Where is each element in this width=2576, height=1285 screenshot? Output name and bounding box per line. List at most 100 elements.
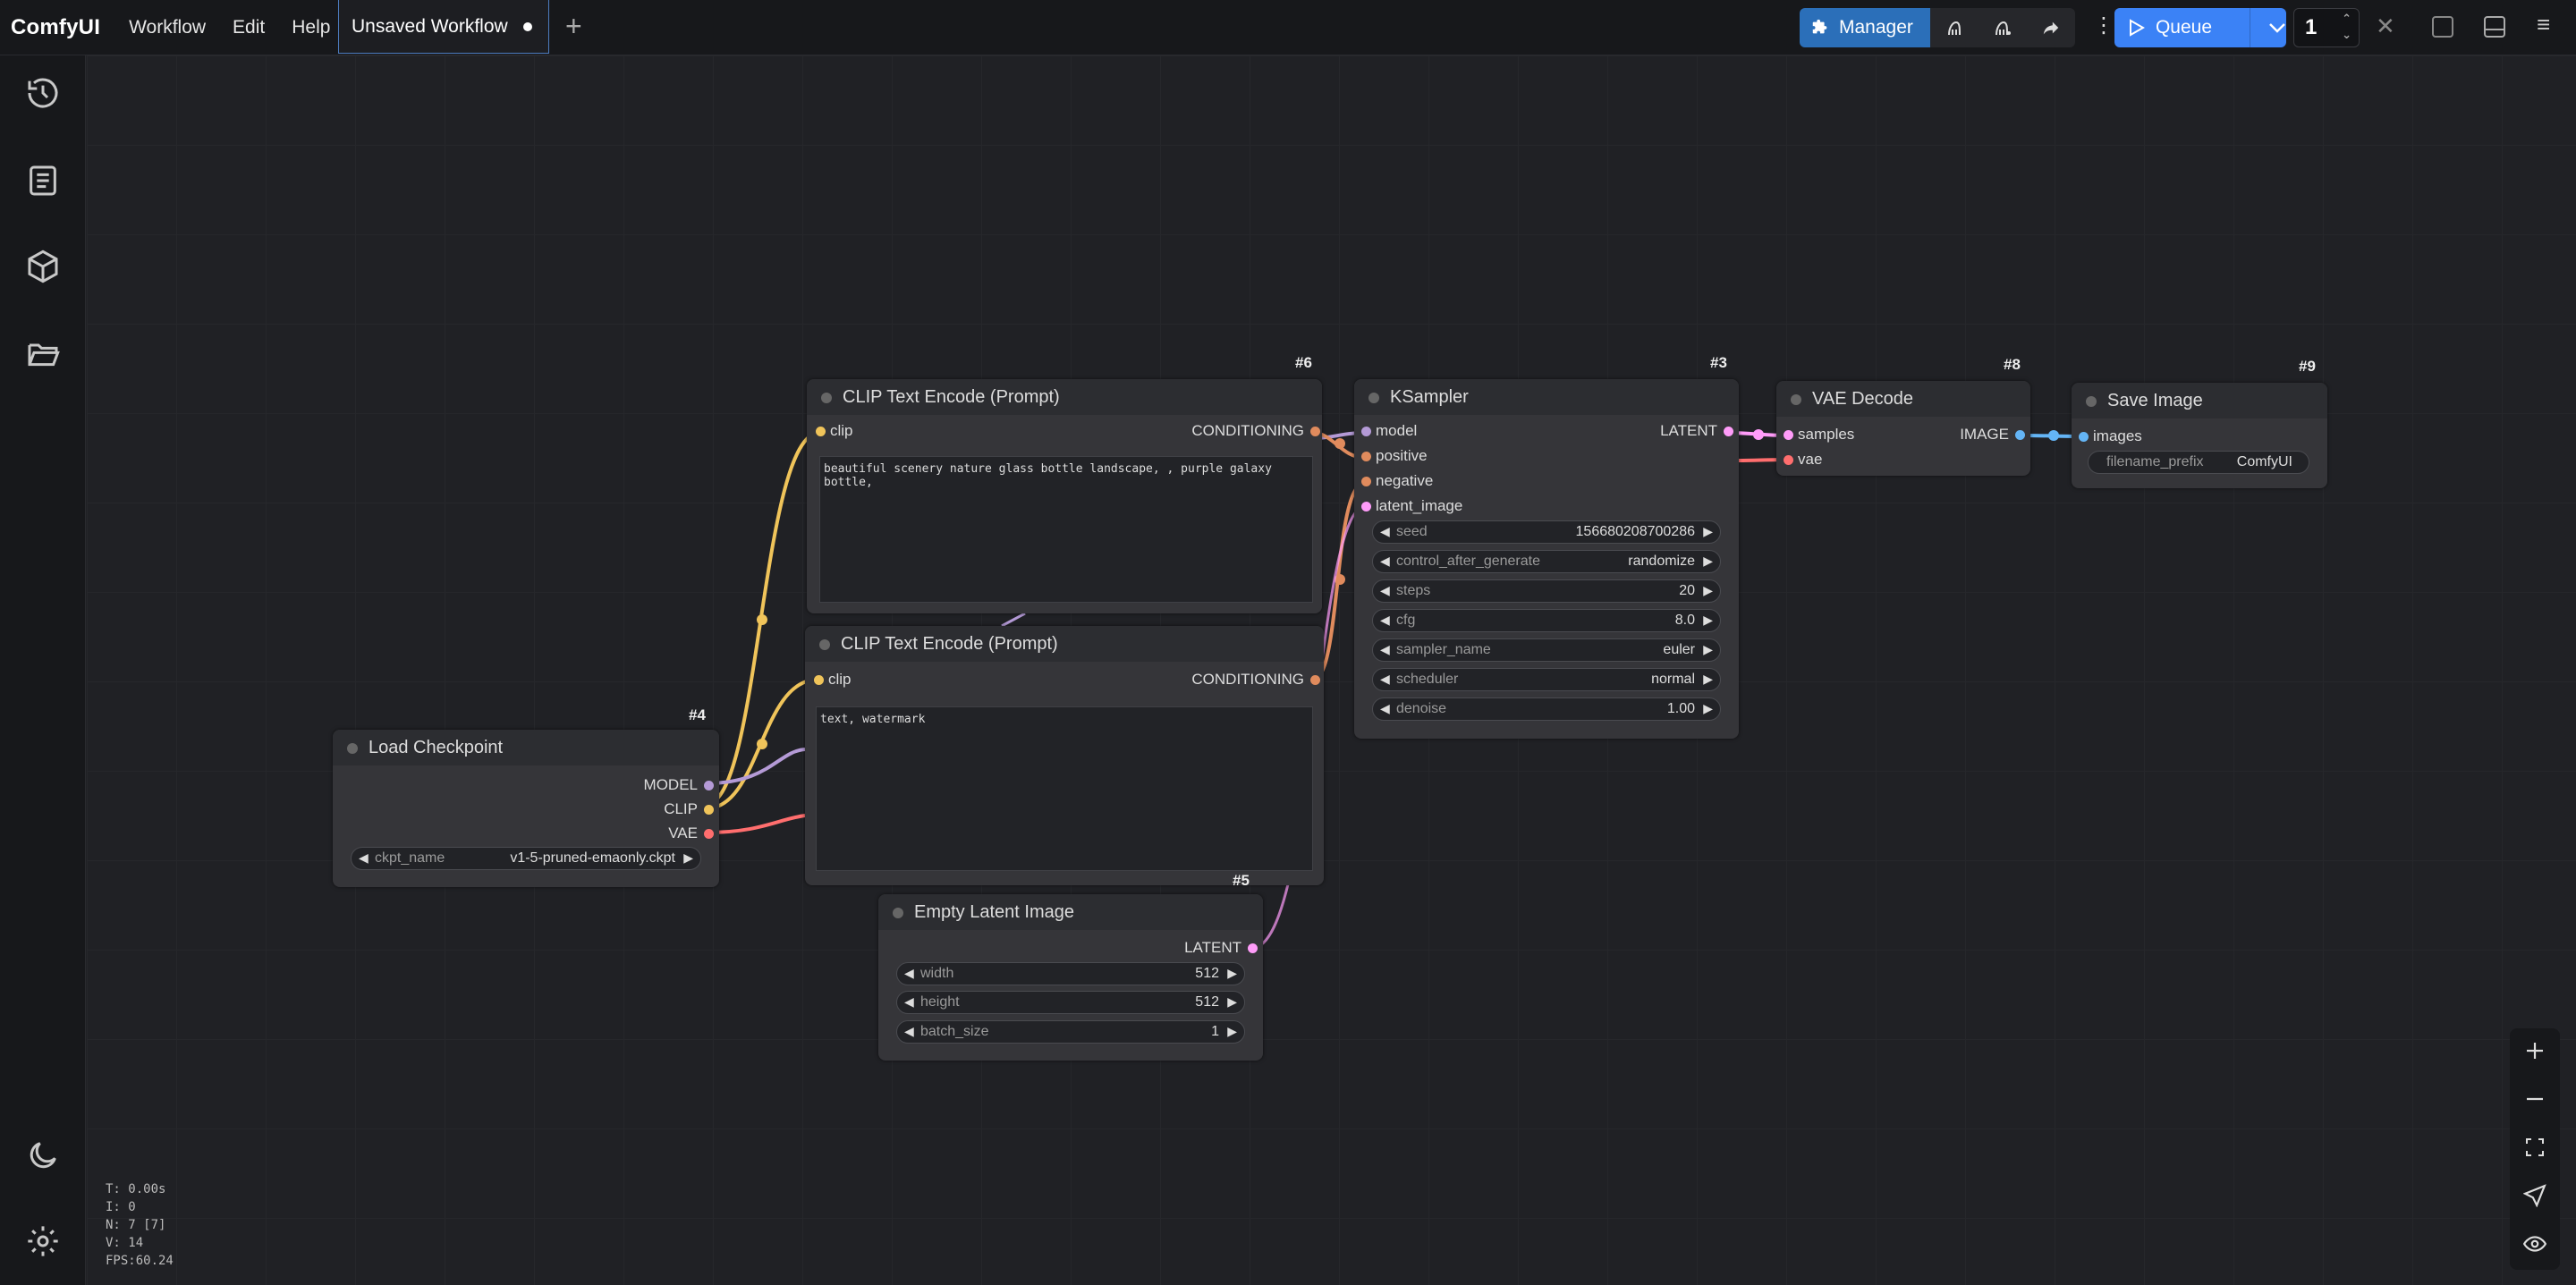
menu-workflow[interactable]: Workflow [129, 17, 206, 38]
collapse-dot-icon[interactable] [1368, 393, 1379, 403]
decrement-arrow-icon[interactable]: ◀ [1380, 701, 1390, 716]
slot-dot-icon[interactable] [1361, 427, 1371, 436]
widget-width[interactable]: ◀ width 512 ▶ [896, 962, 1245, 985]
widget-seed[interactable]: ◀ seed 156680208700286 ▶ [1372, 520, 1721, 544]
slot-dot-icon[interactable] [1784, 455, 1793, 465]
slot-dot-icon[interactable] [1361, 502, 1371, 511]
batch-count-input[interactable]: 1 ⌃ ⌄ [2293, 8, 2360, 47]
output-slot-latent[interactable]: LATENT [1660, 422, 1733, 440]
node-title[interactable]: VAE Decode [1776, 381, 2030, 417]
node-save-image[interactable]: Save Image images filename_prefix ComfyUI [2072, 383, 2327, 488]
tab-unsaved-workflow[interactable]: Unsaved Workflow [338, 0, 549, 54]
hamburger-menu-icon[interactable]: ≡ [2537, 11, 2550, 38]
fit-view-button[interactable] [2510, 1125, 2560, 1170]
slot-dot-icon[interactable] [704, 829, 714, 839]
collapse-dot-icon[interactable] [2086, 396, 2097, 407]
workflows-folder-icon[interactable] [25, 336, 61, 372]
decrement-arrow-icon[interactable]: ◀ [904, 994, 914, 1010]
slot-dot-icon[interactable] [704, 805, 714, 815]
slot-dot-icon[interactable] [816, 427, 826, 436]
slot-dot-icon[interactable] [704, 781, 714, 790]
slot-dot-icon[interactable] [2015, 430, 2025, 440]
input-slot-samples[interactable]: samples [1784, 426, 1854, 444]
widget-height[interactable]: ◀ height 512 ▶ [896, 991, 1245, 1014]
increment-arrow-icon[interactable]: ▶ [1703, 554, 1713, 569]
widget-sampler-name[interactable]: ◀ sampler_name euler ▶ [1372, 638, 1721, 662]
input-slot-model[interactable]: model [1361, 422, 1417, 440]
node-clip-text-encode-positive[interactable]: CLIP Text Encode (Prompt) clip CONDITION… [807, 379, 1322, 613]
output-slot-clip[interactable]: CLIP [664, 800, 714, 818]
input-slot-vae[interactable]: vae [1784, 451, 1822, 469]
node-title[interactable]: KSampler [1354, 379, 1739, 415]
input-slot-latent-image[interactable]: latent_image [1361, 497, 1462, 515]
widget-cfg[interactable]: ◀ cfg 8.0 ▶ [1372, 609, 1721, 632]
output-slot-conditioning[interactable]: CONDITIONING [1191, 422, 1320, 440]
node-title[interactable]: Load Checkpoint [333, 730, 719, 765]
slot-dot-icon[interactable] [814, 675, 824, 685]
widget-batch-size[interactable]: ◀ batch_size 1 ▶ [896, 1020, 1245, 1044]
decrement-arrow-icon[interactable]: ◀ [1380, 613, 1390, 628]
manager-button[interactable]: Manager [1800, 8, 1930, 47]
collapse-dot-icon[interactable] [347, 743, 358, 754]
window-icon[interactable] [2431, 15, 2454, 38]
output-slot-latent[interactable]: LATENT [1184, 939, 1258, 957]
increment-arrow-icon[interactable]: ▶ [1703, 524, 1713, 539]
add-tab-icon[interactable]: + [565, 12, 582, 40]
chevron-down-icon[interactable] [2268, 22, 2286, 33]
decrement-arrow-icon[interactable]: ◀ [904, 1024, 914, 1039]
collapse-dot-icon[interactable] [821, 393, 832, 403]
node-ksampler[interactable]: KSampler model positive negative latent_… [1354, 379, 1739, 739]
slot-dot-icon[interactable] [1248, 943, 1258, 953]
increment-arrow-icon[interactable]: ▶ [1227, 966, 1237, 981]
decrement-arrow-icon[interactable]: ◀ [1380, 642, 1390, 657]
output-slot-vae[interactable]: VAE [668, 824, 714, 842]
model-library-cube-icon[interactable] [25, 249, 61, 284]
output-slot-model[interactable]: MODEL [644, 776, 714, 794]
node-clip-text-encode-negative[interactable]: CLIP Text Encode (Prompt) clip CONDITION… [805, 626, 1324, 885]
menu-edit[interactable]: Edit [233, 17, 265, 38]
increment-arrow-icon[interactable]: ▶ [1703, 672, 1713, 687]
increment-arrow-icon[interactable]: ▶ [1227, 1024, 1237, 1039]
unload-models-button[interactable] [1930, 8, 1979, 47]
output-slot-image[interactable]: IMAGE [1960, 426, 2025, 444]
free-memory-button[interactable] [1979, 8, 2027, 47]
settings-gear-icon[interactable] [25, 1223, 61, 1259]
slot-dot-icon[interactable] [1361, 452, 1371, 461]
increment-arrow-icon[interactable]: ▶ [1703, 583, 1713, 598]
slot-dot-icon[interactable] [1310, 427, 1320, 436]
decrement-arrow-icon[interactable]: ◀ [1380, 672, 1390, 687]
increment-arrow-icon[interactable]: ▶ [1703, 613, 1713, 628]
node-vae-decode[interactable]: VAE Decode samples vae IMAGE [1776, 381, 2030, 476]
prompt-textarea[interactable]: text, watermark [816, 706, 1313, 871]
stepper-icon[interactable]: ⌃ ⌄ [2342, 11, 2351, 43]
increment-arrow-icon[interactable]: ▶ [1227, 994, 1237, 1010]
zoom-in-button[interactable] [2510, 1028, 2560, 1073]
input-slot-clip[interactable]: clip [814, 671, 852, 689]
decrement-arrow-icon[interactable]: ◀ [1380, 554, 1390, 569]
slot-dot-icon[interactable] [1361, 477, 1371, 486]
menu-help[interactable]: Help [292, 17, 330, 38]
increment-arrow-icon[interactable]: ▶ [1703, 642, 1713, 657]
zoom-out-button[interactable] [2510, 1077, 2560, 1121]
input-slot-clip[interactable]: clip [816, 422, 853, 440]
increment-arrow-icon[interactable]: ▶ [1703, 701, 1713, 716]
node-title[interactable]: Empty Latent Image [878, 894, 1263, 930]
decrement-arrow-icon[interactable]: ◀ [359, 850, 369, 866]
widget-denoise[interactable]: ◀ denoise 1.00 ▶ [1372, 697, 1721, 721]
more-vert-icon[interactable]: ⋮ [2093, 13, 2114, 38]
increment-arrow-icon[interactable]: ▶ [683, 850, 693, 866]
queue-button[interactable]: Queue [2114, 8, 2286, 47]
queue-list-icon[interactable] [25, 163, 61, 199]
toggle-links-button[interactable] [2510, 1222, 2560, 1266]
select-mode-button[interactable] [2510, 1173, 2560, 1218]
widget-ckpt-name[interactable]: ◀ ckpt_name v1-5-pruned-emaonly.ckpt ▶ [351, 847, 701, 870]
share-button[interactable] [2027, 8, 2075, 47]
node-empty-latent-image[interactable]: Empty Latent Image LATENT ◀ width 512 ▶ ◀ he… [878, 894, 1263, 1061]
close-icon[interactable]: ✕ [2376, 13, 2395, 40]
prompt-textarea[interactable]: beautiful scenery nature glass bottle la… [819, 456, 1313, 603]
collapse-dot-icon[interactable] [1791, 394, 1801, 405]
slot-dot-icon[interactable] [1784, 430, 1793, 440]
widget-control-after-generate[interactable]: ◀ control_after_generate randomize ▶ [1372, 550, 1721, 573]
bottom-panel-icon[interactable] [2483, 15, 2506, 38]
widget-scheduler[interactable]: ◀ scheduler normal ▶ [1372, 668, 1721, 691]
